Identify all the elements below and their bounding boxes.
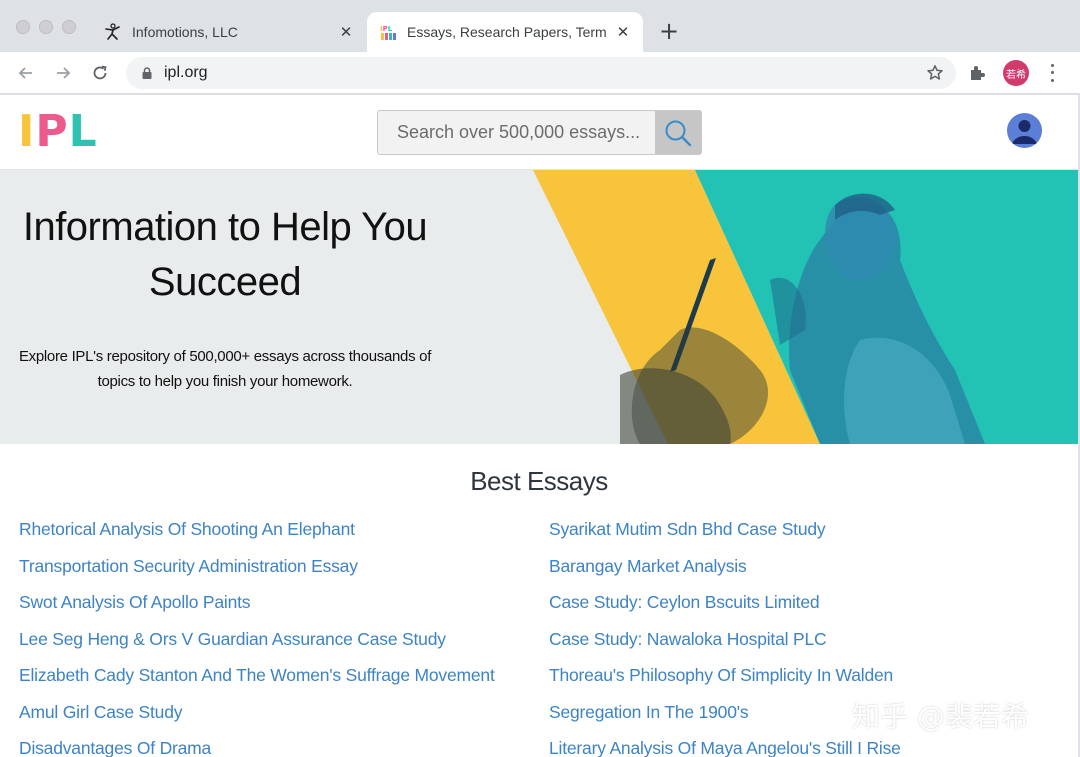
window-close-button[interactable] <box>16 20 30 34</box>
essay-link[interactable]: Barangay Market Analysis <box>549 556 901 593</box>
new-tab-plus-icon[interactable]: + <box>656 18 682 44</box>
essay-link[interactable]: Amul Girl Case Study <box>19 702 495 739</box>
best-essays-heading: Best Essays <box>470 466 608 496</box>
browser-profile-avatar[interactable]: 若希 <box>1003 60 1029 86</box>
forward-arrow-icon[interactable] <box>51 61 75 85</box>
hero-title: Information to Help You Succeed <box>22 205 428 304</box>
browser-window: Infomotions, LLC ✕ IPL Essays, Research … <box>0 0 1080 757</box>
window-zoom-button[interactable] <box>62 20 76 34</box>
essay-link[interactable]: Segregation In The 1900's <box>549 702 901 739</box>
tab-ipl[interactable]: IPL Essays, Research Papers, Term ✕ <box>367 12 643 52</box>
tab-close-icon[interactable]: ✕ <box>615 23 631 41</box>
essay-link[interactable]: Syarikat Mutim Sdn Bhd Case Study <box>549 519 901 556</box>
essay-link[interactable]: Transportation Security Administration E… <box>19 556 495 593</box>
search-button[interactable] <box>655 111 701 154</box>
tab-title: Essays, Research Papers, Term <box>407 24 607 40</box>
best-essays-right-column: Syarikat Mutim Sdn Bhd Case Study Barang… <box>549 519 901 757</box>
address-bar[interactable]: ipl.org <box>126 57 956 89</box>
user-account-icon[interactable] <box>1007 113 1042 148</box>
tab-strip: Infomotions, LLC ✕ IPL Essays, Research … <box>0 0 1080 52</box>
essay-link[interactable]: Case Study: Ceylon Bscuits Limited <box>549 592 901 629</box>
tab-close-icon[interactable]: ✕ <box>338 23 354 41</box>
bookmark-star-icon[interactable] <box>926 64 944 82</box>
best-essays-left-column: Rhetorical Analysis Of Shooting An Eleph… <box>19 519 495 757</box>
essay-link[interactable]: Case Study: Nawaloka Hospital PLC <box>549 629 901 666</box>
tab-infomotions[interactable]: Infomotions, LLC ✕ <box>92 12 366 52</box>
back-arrow-icon[interactable] <box>14 61 38 85</box>
window-minimize-button[interactable] <box>39 20 53 34</box>
essay-link[interactable]: Lee Seg Heng & Ors V Guardian Assurance … <box>19 629 495 666</box>
svg-text:IPL: IPL <box>380 25 393 33</box>
ipl-favicon-icon: IPL <box>379 23 397 41</box>
browser-menu-icon[interactable] <box>1046 62 1058 84</box>
logo-letter-p: P <box>35 106 69 157</box>
essay-link[interactable]: Rhetorical Analysis Of Shooting An Eleph… <box>19 519 495 556</box>
essay-link[interactable]: Swot Analysis Of Apollo Paints <box>19 592 495 629</box>
extensions-puzzle-icon[interactable] <box>968 63 988 83</box>
essay-search-input[interactable] <box>378 111 655 154</box>
search-icon <box>665 120 692 146</box>
site-header: I P L <box>0 95 1078 170</box>
essay-link[interactable]: Elizabeth Cady Stanton And The Women's S… <box>19 665 495 702</box>
logo-letter-i: I <box>18 106 36 157</box>
zhihu-watermark: 知乎 @裴若希 <box>852 700 1029 733</box>
infomotions-favicon-icon <box>104 23 122 41</box>
reload-icon[interactable] <box>88 61 112 85</box>
page-viewport: I P L Search over 500,000 essays... Info… <box>0 95 1078 757</box>
essay-link[interactable]: Thoreau's Philosophy Of Simplicity In Wa… <box>549 665 901 702</box>
essay-link[interactable]: Disadvantages Of Drama <box>19 738 495 757</box>
hero-banner: Information to Help You Succeed Explore … <box>0 170 1078 444</box>
browser-toolbar: ipl.org 若希 <box>0 52 1080 94</box>
ipl-logo[interactable]: I P L <box>18 106 98 157</box>
hero-subtitle: Explore IPL's repository of 500,000+ ess… <box>18 348 432 390</box>
tab-title: Infomotions, LLC <box>132 24 238 40</box>
lock-icon <box>142 67 152 79</box>
url-text: ipl.org <box>164 64 208 81</box>
logo-letter-l: L <box>68 106 98 157</box>
essay-search-box <box>377 110 702 155</box>
essay-link[interactable]: Literary Analysis Of Maya Angelou's Stil… <box>549 738 901 757</box>
